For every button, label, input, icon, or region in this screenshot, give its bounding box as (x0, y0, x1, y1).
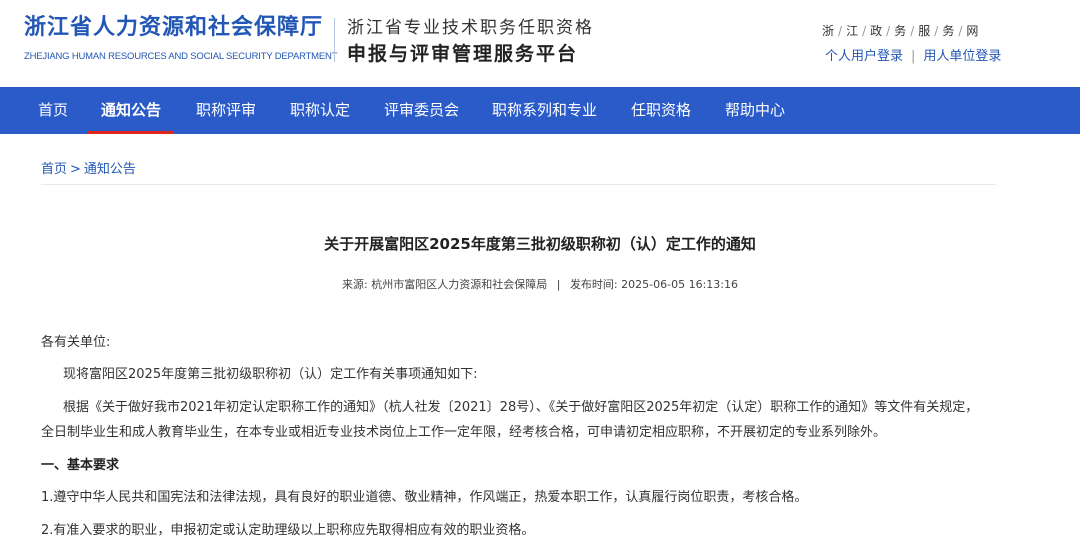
nav-help-center[interactable]: 帮助中心 (725, 87, 785, 134)
main-nav: 首页 通知公告 职称评审 职称认定 评审委员会 职称系列和专业 任职资格 帮助中… (0, 87, 1080, 134)
nav-title-review[interactable]: 职称评审 (196, 87, 256, 134)
source-label: 来源: (342, 278, 368, 291)
breadcrumb: 首页 > 通知公告 (41, 158, 136, 177)
unit-login-link[interactable]: 用人单位登录 (923, 49, 1001, 64)
nav-title-series[interactable]: 职称系列和专业 (492, 87, 597, 134)
article-intro: 现将富阳区2025年度第三批初级职称初（认）定工作有关事项通知如下: (63, 367, 478, 382)
nav-home[interactable]: 首页 (38, 87, 68, 134)
department-name-en: ZHEJIANG HUMAN RESOURCES AND SOCIAL SECU… (24, 51, 338, 62)
article-title: 关于开展富阳区2025年度第三批初级职称初（认）定工作的通知 (324, 235, 756, 253)
article-meta: 来源: 杭州市富阳区人力资源和社会保障局 | 发布时间: 2025-06-05 … (0, 276, 1080, 292)
breadcrumb-current[interactable]: 通知公告 (84, 162, 136, 177)
platform-title-line1: 浙江省专业技术职务任职资格 (347, 18, 594, 38)
department-logo[interactable]: 浙江省人力资源和社会保障厅 ZHEJIANG HUMAN RESOURCES A… (24, 14, 337, 62)
platform-title: 浙江省专业技术职务任职资格 申报与评审管理服务平台 (347, 17, 594, 67)
section-heading: 一、基本要求 (41, 458, 120, 473)
meta-separator: | (556, 278, 561, 291)
breadcrumb-home[interactable]: 首页 (41, 162, 67, 177)
requirement-item: 1.遵守中华人民共和国宪法和法律法规，具有良好的职业道德、敬业精神，作风端正，热… (41, 490, 808, 505)
breadcrumb-divider (41, 184, 996, 185)
login-separator: | (911, 49, 916, 64)
header-divider (334, 18, 335, 62)
nav-review-committee[interactable]: 评审委员会 (384, 87, 459, 134)
nav-title-recognition[interactable]: 职称认定 (290, 87, 350, 134)
zhejiang-gov-service-link[interactable]: 浙 / 江 / 政 / 务 / 服 / 务 / 网 (822, 22, 979, 39)
requirement-item: 2.有准入要求的职业，申报初定或认定助理级以上职称应先取得相应有效的职业资格。 (41, 523, 535, 538)
article-basis-line-1: 根据《关于做好我市2021年初定认定职称工作的通知》（杭人社发〔2021〕28号… (63, 400, 979, 415)
nav-qualifications[interactable]: 任职资格 (631, 87, 691, 134)
publish-time-label: 发布时间: (569, 278, 618, 291)
department-name-cn: 浙江省人力资源和社会保障厅 (24, 15, 324, 40)
login-links: 个人用户登录 | 用人单位登录 (825, 45, 1001, 64)
publish-time-value: 2025-06-05 16:13:16 (621, 278, 738, 291)
nav-notices[interactable]: 通知公告 (87, 87, 175, 134)
article-basis-line-2: 全日制毕业生和成人教育毕业生，在本专业或相近专业技术岗位上工作一定年限，经考核合… (41, 425, 887, 440)
source-value: 杭州市富阳区人力资源和社会保障局 (371, 278, 548, 291)
platform-title-line2: 申报与评审管理服务平台 (347, 43, 579, 65)
breadcrumb-separator: > (70, 162, 81, 177)
personal-login-link[interactable]: 个人用户登录 (825, 49, 903, 64)
article-greeting: 各有关单位: (41, 335, 111, 350)
site-header: 浙江省人力资源和社会保障厅 ZHEJIANG HUMAN RESOURCES A… (0, 0, 1080, 87)
